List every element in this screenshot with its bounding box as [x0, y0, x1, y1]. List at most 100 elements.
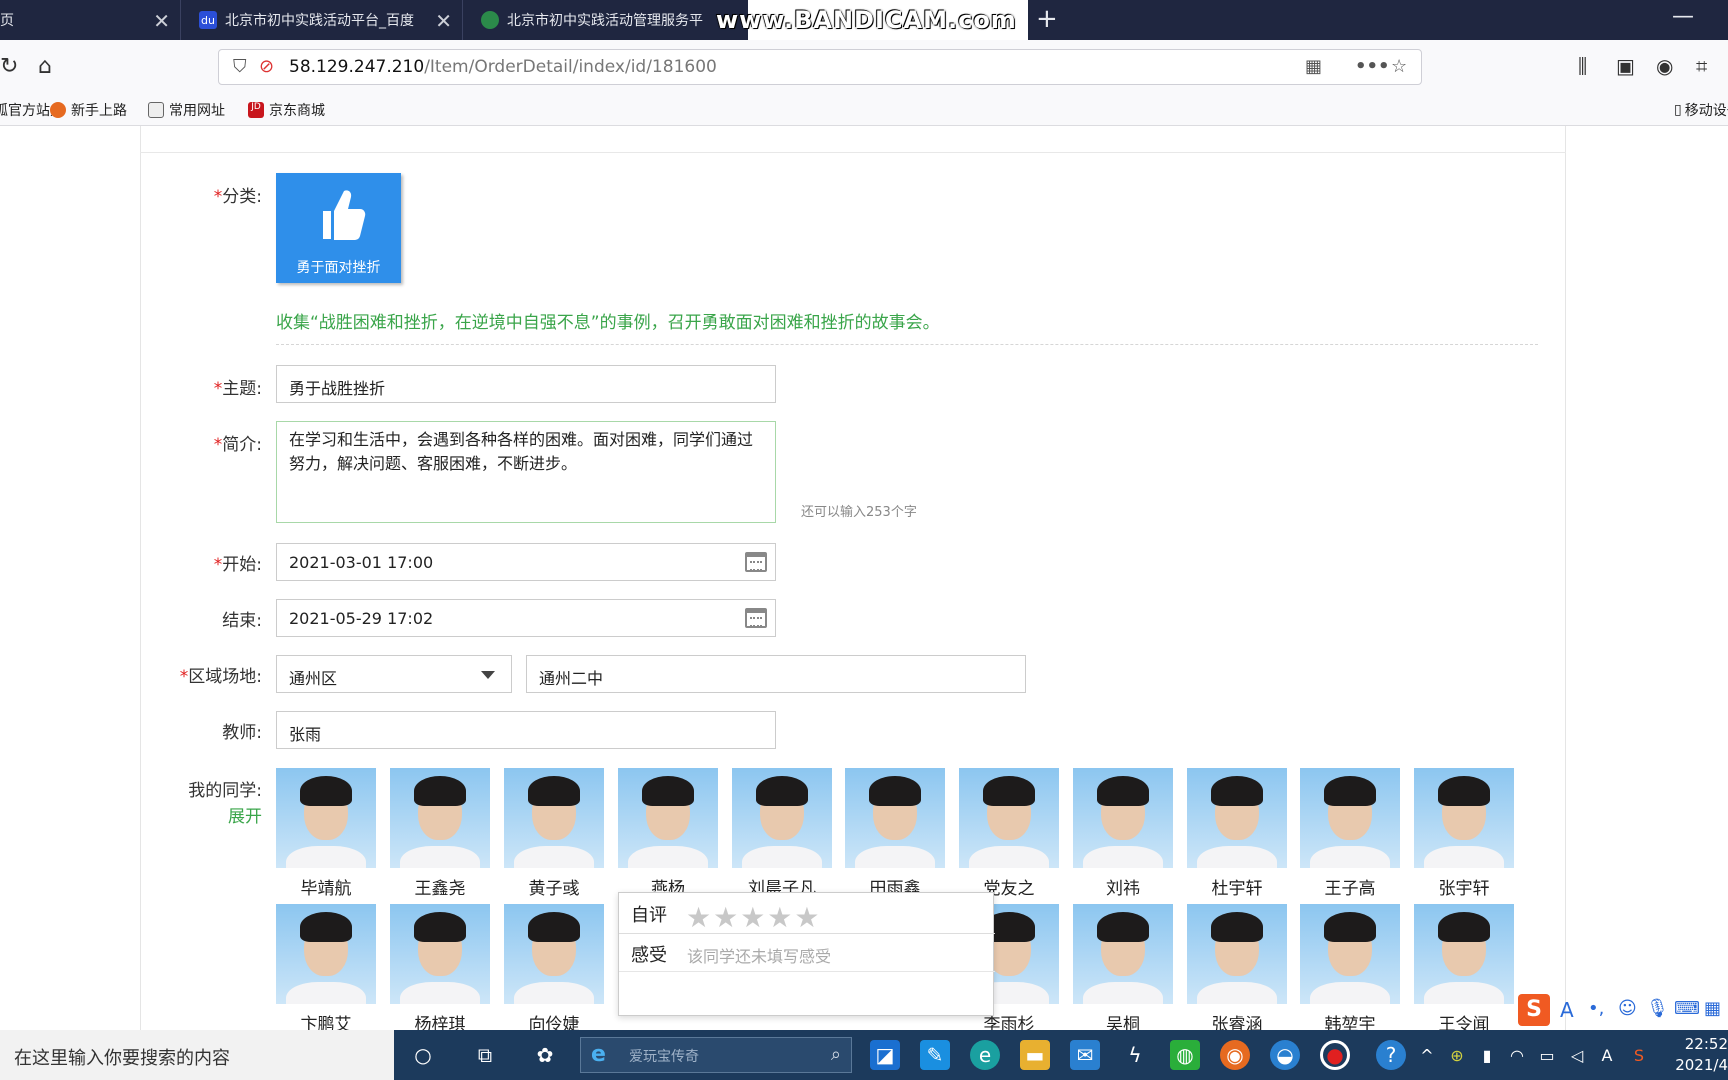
avatar	[276, 904, 376, 1004]
classmate-card[interactable]: 向伶婕	[504, 904, 604, 1035]
classmate-card[interactable]: 卞鹏艾	[276, 904, 376, 1035]
app-icon[interactable]: ✎	[920, 1040, 950, 1070]
classmate-card[interactable]: 吴桐	[1073, 904, 1173, 1035]
account-icon[interactable]: ◉	[1656, 54, 1673, 78]
mail-icon[interactable]: ✉	[1070, 1040, 1100, 1070]
qr-code-icon[interactable]: ▦	[1305, 56, 1322, 77]
ie-icon: e	[591, 1042, 606, 1067]
emoji-icon[interactable]: ☺	[1618, 998, 1637, 1019]
file-explorer-icon[interactable]: ▬	[1020, 1040, 1050, 1070]
new-tab-icon[interactable]: +	[1036, 4, 1058, 34]
library-icon[interactable]: ⫼	[1578, 54, 1587, 78]
chevron-up-icon[interactable]: ^	[1412, 1040, 1442, 1070]
classmate-card[interactable]: 刘祎	[1073, 768, 1173, 899]
url-bar[interactable]: ⛉ ⊘ 58.129.247.210/Item/OrderDetail/inde…	[218, 49, 1422, 85]
bookmark-item[interactable]: JD 京东商城	[248, 100, 325, 120]
app-icon[interactable]: ϟ	[1120, 1040, 1150, 1070]
classmates-label: 我的同学:	[188, 781, 262, 801]
classmate-card[interactable]: 韩堃宇	[1300, 904, 1400, 1035]
calendar-icon[interactable]	[745, 552, 767, 572]
classmate-card[interactable]: 黄子彧	[504, 768, 604, 899]
battery-icon[interactable]: ▭	[1532, 1040, 1562, 1070]
wechat-icon[interactable]: ◍	[1170, 1040, 1200, 1070]
classmate-card[interactable]: 燕杨	[618, 768, 718, 899]
wifi-icon[interactable]: ◠	[1502, 1040, 1532, 1070]
firefox-icon[interactable]: ◉	[1220, 1040, 1250, 1070]
thumbs-up-icon	[323, 190, 366, 240]
clock[interactable]: 22:52 2021/4	[1666, 1034, 1728, 1076]
divider	[276, 344, 1538, 345]
sogou-tray-icon[interactable]: S	[1624, 1040, 1654, 1070]
sogou-icon[interactable]: S	[1518, 994, 1550, 1026]
tab-title: 北京市初中实践活动管理服务平	[507, 13, 703, 29]
classmate-card[interactable]: 张宇轩	[1414, 768, 1514, 899]
bookmark-label: 移动设备	[1684, 103, 1728, 119]
app-icon[interactable]: ◒	[1270, 1040, 1300, 1070]
microphone-icon[interactable]: 🎙	[1646, 998, 1669, 1019]
app-icon[interactable]: ◪	[870, 1040, 900, 1070]
browser-tab[interactable]: du 北京市初中实践活动平台_百度 ✕	[180, 0, 462, 40]
start-datetime-input[interactable]: 2021-03-01 17:00	[276, 543, 776, 581]
intro-textarea[interactable]: 在学习和生活中，会遇到各种各样的困难。面对困难，同学们通过努力，解决问题、客服困…	[276, 421, 776, 523]
app-icon[interactable]: ✿	[530, 1040, 560, 1070]
bookmark-item[interactable]: 新手上路	[50, 100, 127, 120]
classmate-card[interactable]: 王子高	[1300, 768, 1400, 899]
record-icon[interactable]: ●	[1320, 1040, 1350, 1070]
topic-input[interactable]: 勇于战胜挫折	[276, 365, 776, 403]
calendar-icon[interactable]	[745, 608, 767, 628]
browser-tab-bar: 页 ✕ du 北京市初中实践活动平台_百度 ✕ 北京市初中实践活动管理服务平 w…	[0, 0, 1728, 40]
classmate-card[interactable]: 毕靖航	[276, 768, 376, 899]
screenshot-icon[interactable]: ⌗	[1696, 54, 1707, 78]
keyboard-icon[interactable]: ⌨	[1674, 998, 1700, 1019]
volume-icon[interactable]: ◁	[1562, 1040, 1592, 1070]
classmate-card[interactable]: 王令闻	[1414, 904, 1514, 1035]
tray-icon[interactable]: ⊕	[1442, 1040, 1472, 1070]
close-icon[interactable]: ✕	[153, 9, 170, 33]
teacher-input[interactable]: 张雨	[276, 711, 776, 749]
tab-title: 页	[0, 13, 14, 29]
avatar	[390, 768, 490, 868]
classmate-card[interactable]: 杨梓琪	[390, 904, 490, 1035]
font-icon[interactable]: A	[1560, 998, 1574, 1022]
end-datetime-input[interactable]: 2021-05-29 17:02	[276, 599, 776, 637]
insecure-lock-icon[interactable]: ⊘	[259, 56, 274, 77]
expand-link[interactable]: 展开	[226, 802, 262, 827]
category-tile[interactable]: 勇于面对挫折	[276, 173, 401, 283]
classmate-card[interactable]: 杜宇轩	[1187, 768, 1287, 899]
end-datetime-value: 2021-05-29 17:02	[289, 609, 434, 628]
ime-indicator-icon[interactable]: A	[1592, 1040, 1622, 1070]
mobile-icon: ▯	[1674, 102, 1682, 118]
browser-tab[interactable]: 页 ✕	[0, 0, 180, 40]
punctuation-icon[interactable]: •,	[1588, 998, 1604, 1019]
classmate-card[interactable]: 田雨鑫	[845, 768, 945, 899]
district-select[interactable]: 通州区	[276, 655, 512, 693]
close-icon[interactable]: ✕	[435, 9, 452, 33]
taskbar-search-box[interactable]: 在这里输入你要搜索的内容	[0, 1030, 394, 1080]
ie-search-widget[interactable]: e 爱玩宝传奇 ⌕	[580, 1037, 852, 1073]
shield-icon[interactable]: ⛉	[233, 56, 247, 77]
classmate-card[interactable]: 刘晨子凡	[732, 768, 832, 899]
sidebar-icon[interactable]: ▣	[1616, 54, 1635, 78]
url-text[interactable]: 58.129.247.210/Item/OrderDetail/index/id…	[289, 57, 717, 77]
bookmark-star-icon[interactable]: ☆	[1391, 56, 1407, 77]
teacher-label: 教师:	[222, 723, 262, 743]
classmate-card[interactable]: 王鑫尧	[390, 768, 490, 899]
browser-tab[interactable]: 北京市初中实践活动管理服务平	[462, 0, 748, 40]
home-icon[interactable]: ⌂	[38, 54, 52, 79]
bookmark-item[interactable]: 常用网址	[148, 100, 225, 120]
microphone-icon[interactable]: ▮	[1472, 1040, 1502, 1070]
mobile-bookmarks[interactable]: ▯移动设备	[1674, 100, 1728, 120]
classmate-card[interactable]: 张睿涵	[1187, 904, 1287, 1035]
help-icon[interactable]: ?	[1376, 1040, 1406, 1070]
venue-input[interactable]: 通州二中	[526, 655, 1026, 693]
grid-icon[interactable]: ▦	[1704, 998, 1721, 1019]
ime-toolbar[interactable]: S A •, ☺ 🎙 ⌨ ▦	[1508, 990, 1728, 1030]
classmate-card[interactable]: 党友之	[959, 768, 1059, 899]
reload-icon[interactable]: ↻	[0, 54, 18, 79]
edge-icon[interactable]: e	[970, 1040, 1000, 1070]
avatar	[1414, 768, 1514, 868]
minimize-icon[interactable]: —	[1672, 4, 1694, 29]
more-icon[interactable]: •••	[1355, 56, 1390, 77]
task-view-icon[interactable]: ⧉	[470, 1040, 500, 1070]
cortana-icon[interactable]: ○	[408, 1040, 438, 1070]
